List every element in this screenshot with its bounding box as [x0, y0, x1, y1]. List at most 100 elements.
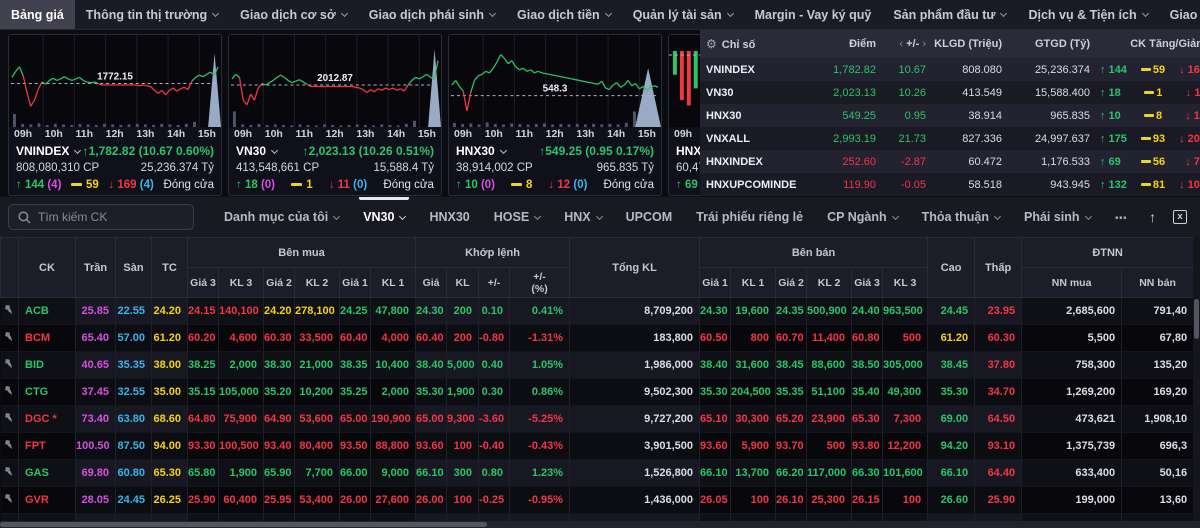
- ask-price-1[interactable]: 65.10: [699, 405, 732, 433]
- bid-volume-3[interactable]: 100,500: [218, 432, 264, 460]
- ask-price-2[interactable]: 38.45: [775, 351, 808, 379]
- ask-price-3[interactable]: 35.40: [851, 378, 884, 406]
- matched-price[interactable]: 38.40: [415, 351, 448, 379]
- ticker-symbol[interactable]: GAS: [18, 459, 76, 487]
- index-table-row[interactable]: HNXUPCOMINDE 119.90 -0.05 58.518 943.945 ↑ 13…: [700, 173, 1200, 196]
- bid-price-2[interactable]: 93.40: [263, 432, 295, 460]
- ticker-symbol[interactable]: BID: [18, 351, 76, 379]
- bid-price-2[interactable]: 38.30: [263, 351, 295, 379]
- bid-volume-1[interactable]: 47,800: [370, 297, 417, 325]
- bid-volume-1[interactable]: 190,900: [370, 405, 417, 433]
- pin-icon[interactable]: [0, 486, 19, 514]
- search-input[interactable]: [38, 210, 184, 224]
- index-name-dropdown[interactable]: VN30: [236, 143, 279, 160]
- bid-volume-1[interactable]: 88,800: [370, 432, 417, 460]
- index-table-row[interactable]: VNXALL 2,993.19 21.73 827.336 24,997.637 ↑ 17…: [700, 127, 1200, 150]
- bid-volume-3[interactable]: 140,100: [218, 297, 264, 325]
- ask-price-3[interactable]: 26.15: [851, 486, 884, 514]
- horizontal-scrollbar-thumb[interactable]: [0, 522, 487, 527]
- board-row-BCM[interactable]: BCM 65.40 57.00 61.20 60.20 4,600 60.30 33,500 6…: [0, 324, 1195, 352]
- ask-price-2[interactable]: 93.70: [775, 432, 808, 460]
- pin-icon[interactable]: [0, 324, 19, 352]
- pin-icon[interactable]: [0, 351, 19, 379]
- board-tab[interactable]: HNX30: [417, 197, 481, 237]
- ask-volume-1[interactable]: 19,600: [730, 297, 777, 325]
- ask-volume-3[interactable]: 100: [882, 486, 929, 514]
- bid-volume-1[interactable]: 9,000: [370, 459, 417, 487]
- bid-price-1[interactable]: 66.00: [339, 459, 371, 487]
- ask-volume-1[interactable]: 31,600: [730, 351, 777, 379]
- index-name-dropdown[interactable]: VNINDEX: [16, 143, 82, 160]
- matched-price[interactable]: 66.10: [415, 459, 448, 487]
- board-row-CTG[interactable]: CTG 37.45 32.55 35.00 35.15 105,000 35.20 10,20…: [0, 378, 1195, 406]
- nav-item[interactable]: Quản lý tài sản: [622, 0, 744, 29]
- ask-volume-2[interactable]: 117,000: [806, 459, 853, 487]
- bid-volume-2[interactable]: 10,200: [294, 378, 340, 406]
- ask-volume-2[interactable]: 25,300: [806, 486, 853, 514]
- bid-price-3[interactable]: 64.80: [187, 405, 219, 433]
- board-tab[interactable]: HNX: [552, 197, 613, 237]
- bid-price-2[interactable]: 65.90: [263, 459, 295, 487]
- bid-volume-3[interactable]: 4,600: [218, 324, 264, 352]
- ticker-symbol[interactable]: DGC *: [18, 405, 76, 433]
- matched-price[interactable]: 60.40: [415, 324, 448, 352]
- matched-price[interactable]: 93.60: [415, 432, 448, 460]
- bid-price-2[interactable]: 35.20: [263, 378, 295, 406]
- matched-price[interactable]: 65.00: [415, 405, 448, 433]
- bid-volume-3[interactable]: 75,900: [218, 405, 264, 433]
- board-row-ACB[interactable]: ACB 25.85 22.55 24.20 24.15 140,100 24.20 278,1…: [0, 297, 1195, 325]
- ask-volume-1[interactable]: 13,700: [730, 459, 777, 487]
- index-name-dropdown[interactable]: HNX30: [456, 143, 507, 160]
- ask-price-2[interactable]: 65.20: [775, 405, 808, 433]
- nav-item[interactable]: Giao dịch tiền: [506, 0, 622, 29]
- pin-icon[interactable]: [0, 432, 19, 460]
- ask-price-1[interactable]: 35.30: [699, 378, 732, 406]
- ask-price-3[interactable]: 60.80: [851, 324, 884, 352]
- nav-item[interactable]: Dịch vụ & Tiện ích: [1017, 0, 1158, 29]
- bid-price-3[interactable]: 35.15: [187, 378, 219, 406]
- ticker-symbol[interactable]: BCM: [18, 324, 76, 352]
- ask-price-2[interactable]: 60.70: [775, 324, 808, 352]
- ask-volume-1[interactable]: 204,500: [730, 378, 777, 406]
- nav-item[interactable]: Margin - Vay ký quỹ: [744, 0, 883, 29]
- ticker-symbol[interactable]: GVR: [18, 486, 76, 514]
- ask-price-1[interactable]: 24.30: [699, 297, 732, 325]
- ask-price-2[interactable]: 26.10: [775, 486, 808, 514]
- bid-volume-2[interactable]: 21,000: [294, 351, 340, 379]
- ask-volume-2[interactable]: 51,100: [806, 378, 853, 406]
- board-row-BID[interactable]: BID 40.65 35.35 38.00 38.25 2,000 38.30 21,000 3…: [0, 351, 1195, 379]
- ask-price-3[interactable]: 65.30: [851, 405, 884, 433]
- bid-price-2[interactable]: 60.30: [263, 324, 295, 352]
- bid-price-1[interactable]: 26.00: [339, 486, 371, 514]
- ask-volume-1[interactable]: 100: [730, 486, 777, 514]
- index-table-row[interactable]: VN30 2,023.13 10.26 413.549 15,588.400 ↑ 18 1 ↓…: [700, 81, 1200, 104]
- bid-price-3[interactable]: 93.30: [187, 432, 219, 460]
- gear-icon[interactable]: ⚙: [706, 37, 717, 51]
- nav-item[interactable]: Giao diện của tôi: [1159, 0, 1200, 29]
- bid-volume-2[interactable]: 278,100: [294, 297, 340, 325]
- index-table-row[interactable]: HNX30 549.25 0.95 38.914 965.835 ↑ 10 8 ↓ 12: [700, 104, 1200, 127]
- bid-price-3[interactable]: 25.90: [187, 486, 219, 514]
- bid-price-1[interactable]: 65.00: [339, 405, 371, 433]
- bid-volume-2[interactable]: 33,500: [294, 324, 340, 352]
- vertical-scrollbar-thumb[interactable]: [1194, 299, 1199, 339]
- bid-price-1[interactable]: 24.25: [339, 297, 371, 325]
- ask-volume-1[interactable]: 30,300: [730, 405, 777, 433]
- board-tab[interactable]: Trái phiếu riêng lẻ: [684, 197, 815, 237]
- bid-price-3[interactable]: 38.25: [187, 351, 219, 379]
- bid-price-2[interactable]: 64.90: [263, 405, 295, 433]
- bid-volume-2[interactable]: 53,400: [294, 486, 340, 514]
- pin-icon[interactable]: [0, 378, 19, 406]
- ticker-symbol[interactable]: FPT: [18, 432, 76, 460]
- board-row-GAS[interactable]: GAS 69.80 60.80 65.30 65.80 1,900 65.90 7,700 66…: [0, 459, 1195, 487]
- ask-volume-1[interactable]: 5,900: [730, 432, 777, 460]
- ask-volume-3[interactable]: 49,300: [882, 378, 929, 406]
- index-name-dropdown[interactable]: HNXI: [676, 143, 700, 160]
- ask-price-1[interactable]: 93.60: [699, 432, 732, 460]
- matched-price[interactable]: 26.00: [415, 486, 448, 514]
- ask-price-3[interactable]: 93.80: [851, 432, 884, 460]
- ask-volume-2[interactable]: 88,600: [806, 351, 853, 379]
- bid-volume-3[interactable]: 60,400: [218, 486, 264, 514]
- bid-price-3[interactable]: 60.20: [187, 324, 219, 352]
- bid-price-1[interactable]: 60.40: [339, 324, 371, 352]
